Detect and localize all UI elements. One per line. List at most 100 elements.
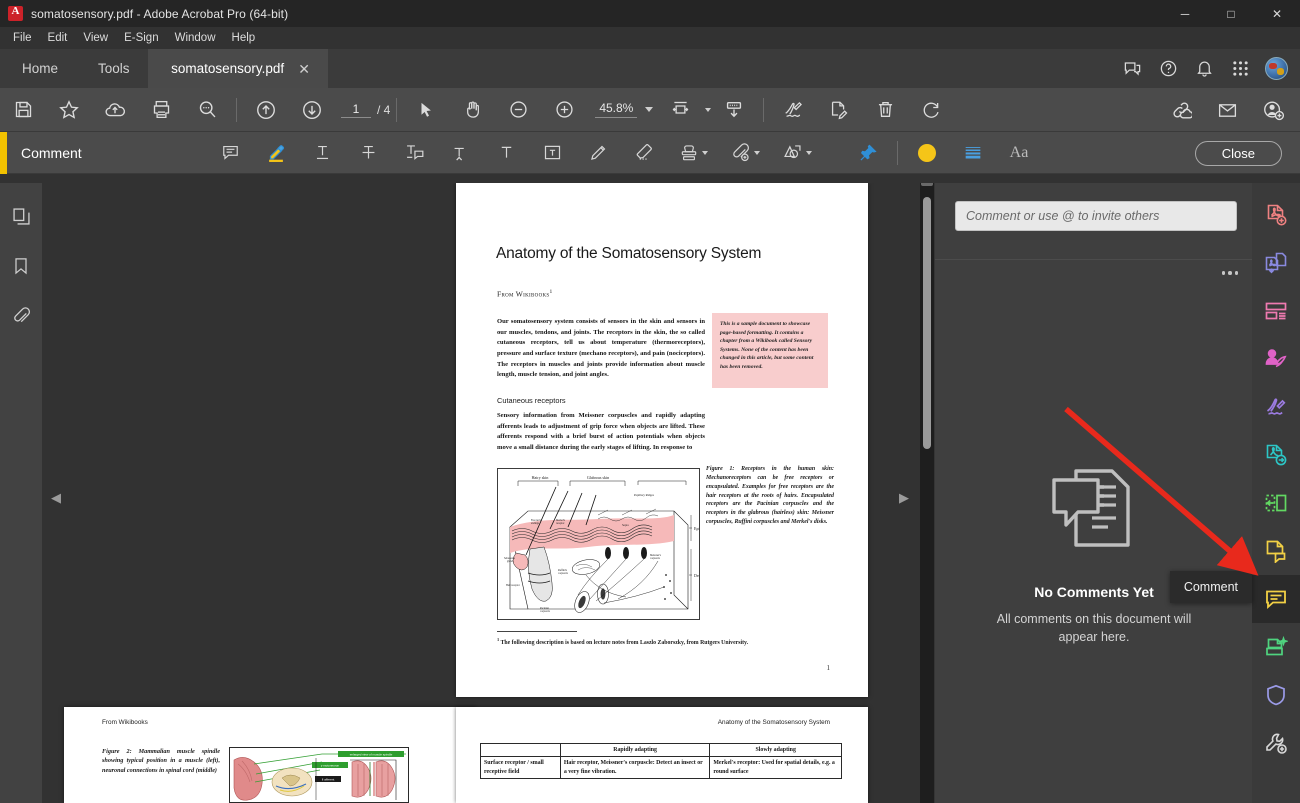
bookmarks-icon[interactable]: [6, 251, 36, 281]
svg-text:corpuscle: corpuscle: [558, 572, 569, 575]
menu-view[interactable]: View: [75, 30, 116, 46]
crop-pages-icon[interactable]: [1252, 479, 1300, 527]
scroll-mode-icon[interactable]: [711, 88, 757, 132]
font-size-icon[interactable]: Aa: [996, 132, 1042, 174]
sign-icon[interactable]: [770, 88, 816, 132]
edit-pdf-icon[interactable]: [1252, 527, 1300, 575]
hand-tool-icon[interactable]: [449, 88, 495, 132]
close-button[interactable]: Close: [1194, 141, 1282, 166]
search-icon[interactable]: [184, 88, 230, 132]
add-text-comment-icon[interactable]: [483, 132, 529, 174]
highlight-text-icon[interactable]: [253, 132, 299, 174]
text-box-icon[interactable]: [529, 132, 575, 174]
title-bar: somatosensory.pdf - Adobe Acrobat Pro (6…: [0, 0, 1300, 27]
rotate-icon[interactable]: [908, 88, 954, 132]
comments-empty-state: No Comments Yet All comments on this doc…: [935, 463, 1253, 646]
pin-icon[interactable]: [845, 132, 891, 174]
tab-bar-actions: [1116, 49, 1292, 88]
shapes-icon[interactable]: [771, 132, 823, 174]
pdf-page-2-right[interactable]: Anatomy of the Somatosensory System Rapi…: [456, 707, 868, 803]
svg-text:gland: gland: [507, 560, 513, 563]
page-number-input[interactable]: [341, 101, 371, 118]
scrollbar-thumb[interactable]: [923, 197, 931, 449]
page-thumbnails-icon[interactable]: [6, 201, 36, 231]
chevron-down-icon[interactable]: [645, 107, 654, 112]
redact-icon[interactable]: [1252, 335, 1300, 383]
help-icon[interactable]: [1152, 53, 1184, 85]
attach-file-icon[interactable]: [719, 132, 771, 174]
delete-icon[interactable]: [862, 88, 908, 132]
save-icon[interactable]: [0, 88, 46, 132]
enhance-scans-icon[interactable]: [1252, 623, 1300, 671]
select-cursor-icon[interactable]: [403, 88, 449, 132]
attach-chevron-icon[interactable]: [754, 150, 760, 155]
maximize-button[interactable]: □: [1208, 0, 1254, 27]
previous-page-arrow[interactable]: ◀: [48, 488, 64, 508]
menu-file[interactable]: File: [5, 30, 40, 46]
vertical-scrollbar[interactable]: [920, 183, 934, 803]
strikethrough-text-icon[interactable]: [345, 132, 391, 174]
create-pdf-icon[interactable]: [1252, 191, 1300, 239]
erase-icon[interactable]: [621, 132, 667, 174]
menu-window[interactable]: Window: [167, 30, 224, 46]
svg-text:II afferent: II afferent: [322, 778, 335, 782]
comment-divider: [897, 140, 898, 165]
feedback-icon[interactable]: [1116, 53, 1148, 85]
user-avatar[interactable]: [1260, 53, 1292, 85]
edit-pdf-icon[interactable]: [816, 88, 862, 132]
notifications-bell-icon[interactable]: [1188, 53, 1220, 85]
th-slowly-adapting: Slowly adapting: [709, 742, 842, 758]
label-dermis: Dermis: [694, 573, 699, 578]
shapes-chevron-icon[interactable]: [806, 150, 812, 155]
zoom-control[interactable]: 45.8%: [595, 101, 654, 118]
fit-page-icon[interactable]: [657, 88, 703, 132]
previous-page-icon[interactable]: [243, 88, 289, 132]
page-number-mark: 1: [826, 664, 831, 672]
cloud-upload-icon[interactable]: [92, 88, 138, 132]
minimize-button[interactable]: ─: [1162, 0, 1208, 27]
scrollbar-top-marker[interactable]: [921, 183, 933, 186]
protect-icon[interactable]: [1252, 671, 1300, 719]
combine-files-icon[interactable]: [1252, 239, 1300, 287]
tab-tools[interactable]: Tools: [80, 49, 148, 88]
share-link-icon[interactable]: [1158, 88, 1204, 132]
color-swatch[interactable]: [904, 132, 950, 174]
stamp-chevron-icon[interactable]: [701, 150, 708, 155]
close-icon[interactable]: ✕: [298, 62, 310, 76]
byline: From Wikibooks1: [497, 289, 553, 299]
email-icon[interactable]: [1204, 88, 1250, 132]
close-window-button[interactable]: ✕: [1254, 0, 1300, 27]
more-tools-icon[interactable]: [1252, 719, 1300, 767]
print-icon[interactable]: [138, 88, 184, 132]
comment-input[interactable]: [955, 201, 1237, 231]
stamp-icon[interactable]: [667, 132, 719, 174]
pdf-viewer[interactable]: ◀ ▶ Anatomy of the Somatosensory System …: [42, 183, 934, 803]
star-icon[interactable]: [46, 88, 92, 132]
menu-bar: File Edit View E-Sign Window Help: [0, 27, 1300, 49]
pdf-page-1[interactable]: Anatomy of the Somatosensory System From…: [456, 183, 868, 697]
pdf-page-2-left[interactable]: From Wikibooks Figure 2: Mammalian muscl…: [64, 707, 476, 803]
fill-and-sign-icon[interactable]: [1252, 383, 1300, 431]
tab-home[interactable]: Home: [0, 49, 81, 88]
add-note-to-text-icon[interactable]: [391, 132, 437, 174]
zoom-in-icon[interactable]: [541, 88, 587, 132]
menu-edit[interactable]: Edit: [40, 30, 76, 46]
attachments-icon[interactable]: [6, 301, 36, 331]
next-page-arrow[interactable]: ▶: [896, 488, 912, 508]
zoom-out-icon[interactable]: [495, 88, 541, 132]
comment-icon[interactable]: [1252, 575, 1300, 623]
sticky-note-icon[interactable]: [207, 132, 253, 174]
next-page-icon[interactable]: [289, 88, 335, 132]
menu-help[interactable]: Help: [224, 30, 264, 46]
line-thickness-icon[interactable]: [950, 132, 996, 174]
add-person-icon[interactable]: [1250, 88, 1296, 132]
export-pdf-icon[interactable]: [1252, 431, 1300, 479]
underline-text-icon[interactable]: [299, 132, 345, 174]
draw-free-icon[interactable]: [575, 132, 621, 174]
organize-pages-icon[interactable]: [1252, 287, 1300, 335]
more-options-icon[interactable]: [1221, 271, 1238, 275]
insert-text-icon[interactable]: [437, 132, 483, 174]
menu-esign[interactable]: E-Sign: [116, 30, 167, 46]
tab-document[interactable]: somatosensory.pdf ✕: [147, 49, 328, 88]
apps-grid-icon[interactable]: [1224, 53, 1256, 85]
